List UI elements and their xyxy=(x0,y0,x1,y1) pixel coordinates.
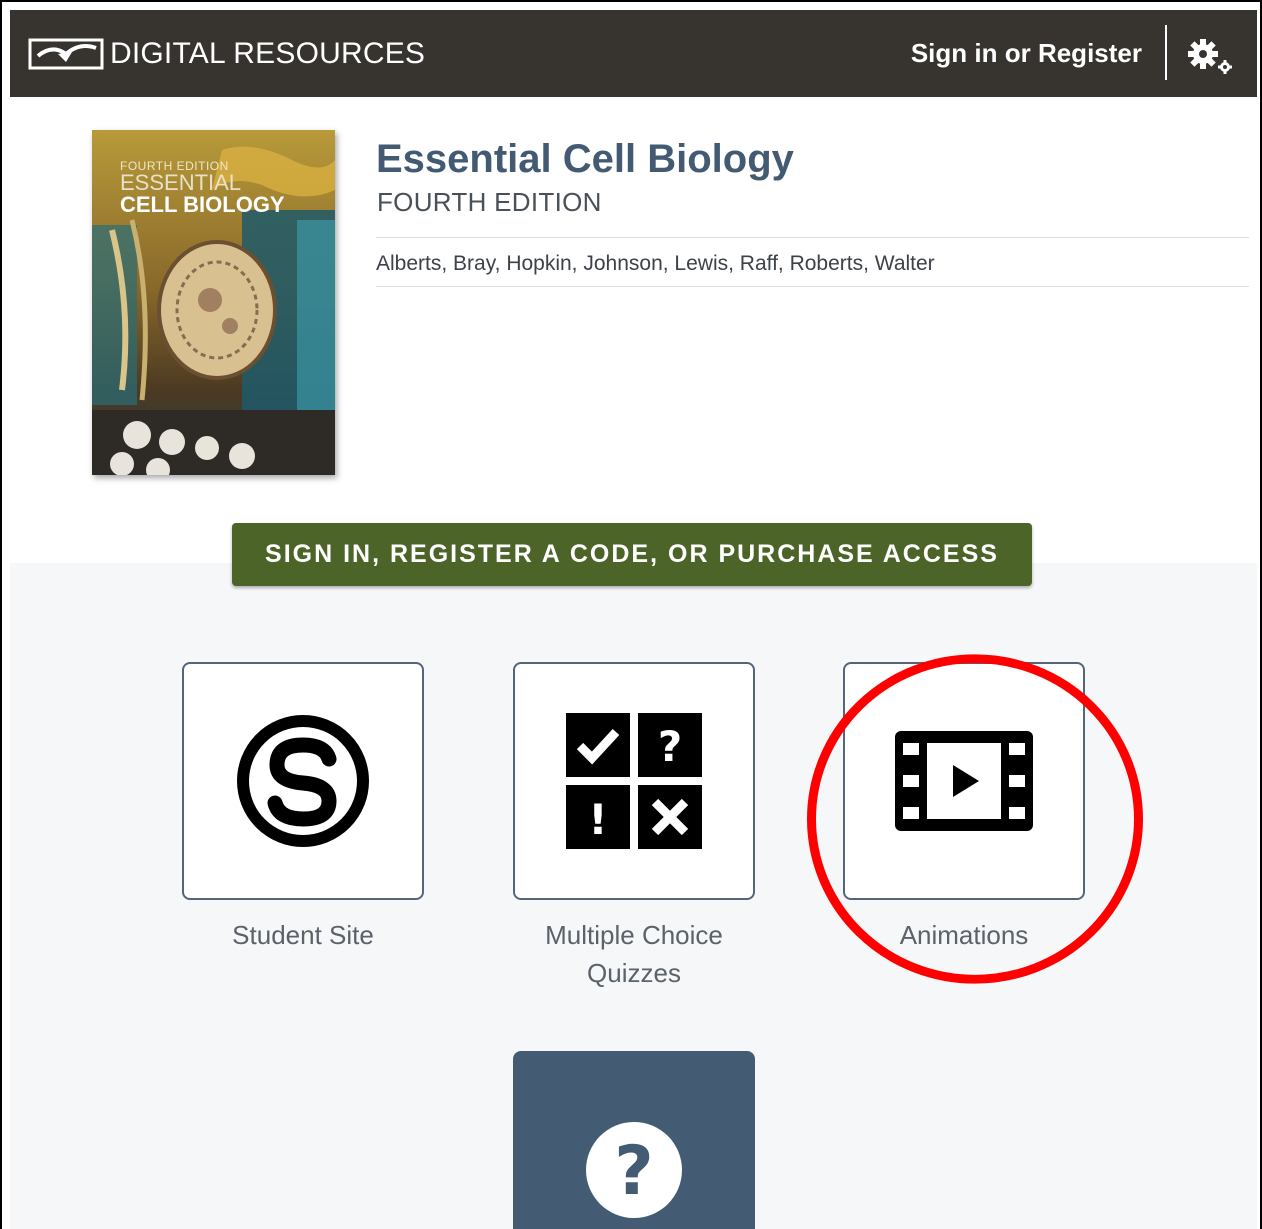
tile-student-site-box[interactable] xyxy=(182,662,424,900)
quiz-grid-icon: ? ! xyxy=(566,713,702,849)
tile-quizzes-box[interactable]: ? ! xyxy=(513,662,755,900)
book-authors: Alberts, Bray, Hopkin, Johnson, Lewis, R… xyxy=(376,252,935,275)
tile-help[interactable]: ? xyxy=(513,1051,755,1229)
help-question-icon: ? xyxy=(586,1122,682,1218)
tile-student-site-label: Student Site xyxy=(232,920,374,950)
seagull-logo-icon xyxy=(28,38,104,70)
tile-multiple-choice-quizzes[interactable]: ? ! Multiple Choice Quizzes xyxy=(513,662,755,992)
tile-animations-label: Animations xyxy=(899,920,1029,950)
cover-title-line2: CELL BIOLOGY xyxy=(120,192,285,217)
sign-in-register-link[interactable]: Sign in or Register xyxy=(911,38,1142,69)
brand-name: DIGITAL RESOURCES xyxy=(110,37,426,70)
film-play-icon xyxy=(895,731,1033,831)
settings-gears-icon[interactable] xyxy=(1185,36,1235,76)
page-frame: DIGITAL RESOURCES Sign in or Register FO… xyxy=(0,0,1262,1229)
cover-title: FOURTH EDITION ESSENTIAL CELL BIOLOGY xyxy=(120,160,285,216)
cover-title-line1: ESSENTIAL xyxy=(120,170,242,195)
tile-animations-box[interactable] xyxy=(843,662,1085,900)
brand[interactable]: DIGITAL RESOURCES xyxy=(28,34,425,74)
sign-in-purchase-access-button[interactable]: SIGN IN, REGISTER A CODE, OR PURCHASE AC… xyxy=(232,523,1032,586)
tile-animations[interactable]: Animations xyxy=(843,662,1085,954)
svg-text:!: ! xyxy=(588,795,607,844)
svg-text:?: ? xyxy=(658,722,682,771)
book-cover-image[interactable]: FOURTH EDITION ESSENTIAL CELL BIOLOGY xyxy=(92,130,335,482)
tile-help-box[interactable]: ? xyxy=(513,1051,755,1229)
site-header: DIGITAL RESOURCES Sign in or Register xyxy=(10,10,1257,97)
product-section: FOURTH EDITION ESSENTIAL CELL BIOLOGY Es… xyxy=(10,97,1257,563)
authors-row: Alberts, Bray, Hopkin, Johnson, Lewis, R… xyxy=(376,237,1249,287)
tile-quizzes-label: Multiple Choice Quizzes xyxy=(545,920,723,988)
tile-student-site[interactable]: Student Site xyxy=(182,662,424,954)
resources-section: SIGN IN, REGISTER A CODE, OR PURCHASE AC… xyxy=(10,523,1257,1229)
header-divider xyxy=(1165,25,1167,80)
student-site-s-icon xyxy=(237,715,369,847)
book-title: Essential Cell Biology xyxy=(376,137,794,181)
book-edition: FOURTH EDITION xyxy=(377,187,602,217)
svg-text:?: ? xyxy=(614,1132,653,1211)
